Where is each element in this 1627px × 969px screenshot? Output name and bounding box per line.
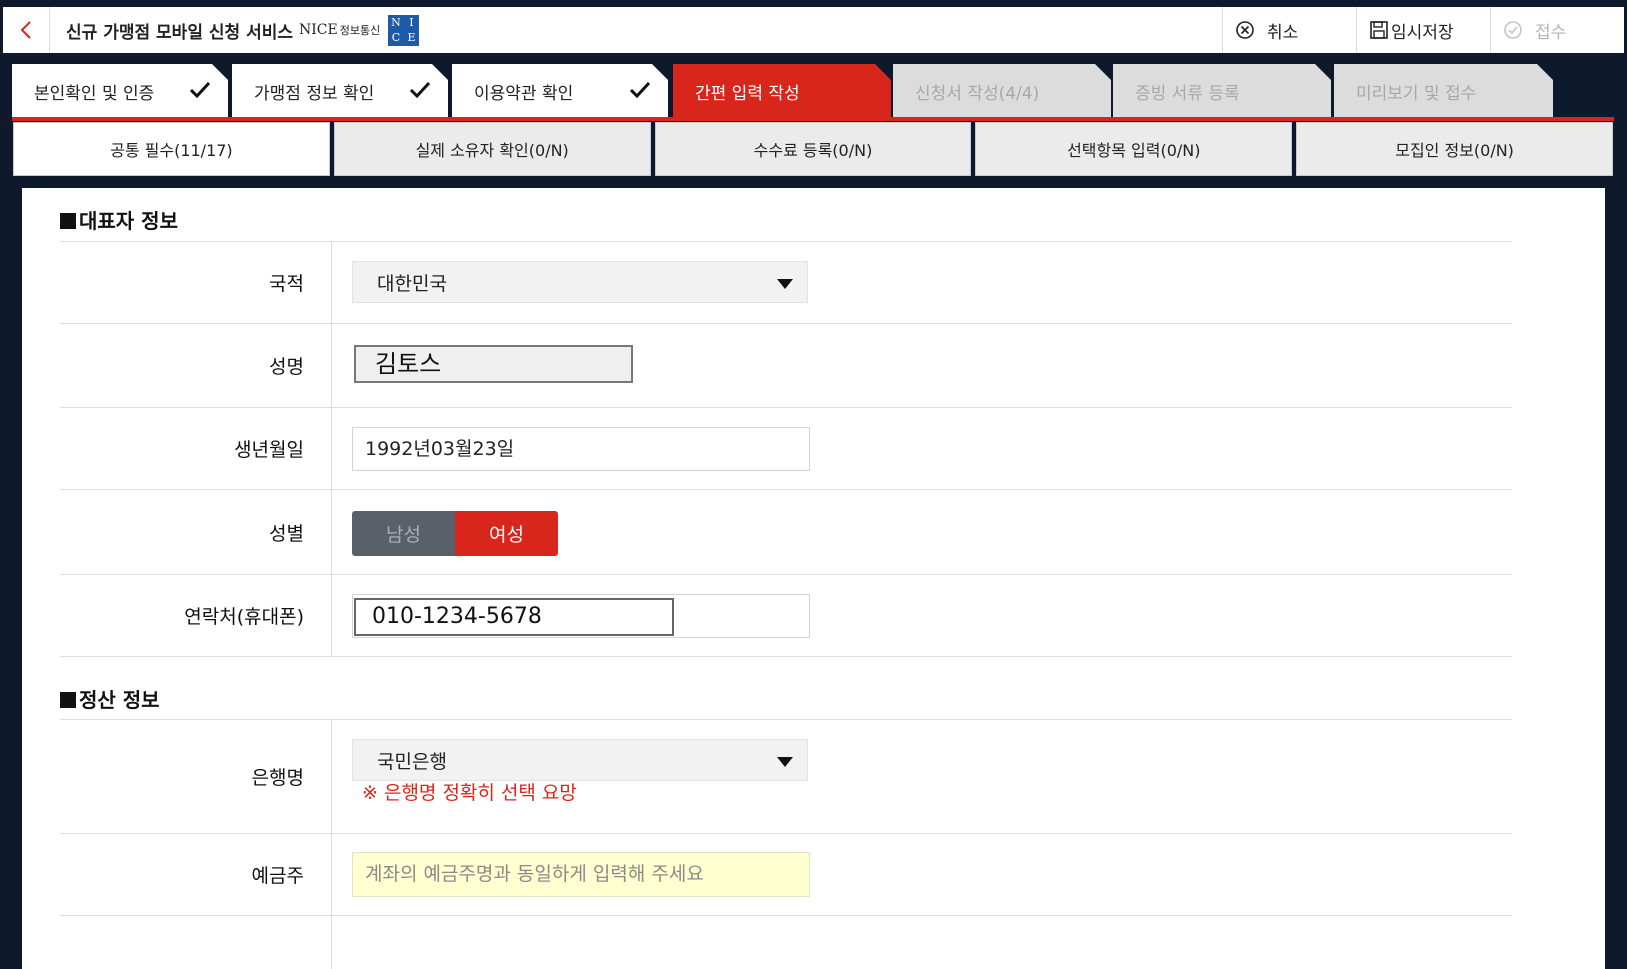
- step-underline: [12, 117, 1614, 121]
- top-bar: 신규 가맹점 모바일 신청 서비스 NICE 정보통신 N I C E 취소 임…: [3, 7, 1624, 53]
- submit-button[interactable]: 접수: [1490, 7, 1624, 53]
- bank-warning: ※ 은행명 정확히 선택 요망: [362, 782, 577, 804]
- temp-save-label: 임시저장: [1391, 22, 1454, 43]
- step-tab-documents[interactable]: 증빙 서류 등록: [1113, 64, 1331, 118]
- step-tab-quick-input[interactable]: 간편 입력 작성: [673, 64, 891, 118]
- gender-label: 성별: [60, 490, 332, 574]
- name-input[interactable]: 김토스: [354, 345, 633, 383]
- row-gender: 성별 남성 여성: [60, 489, 1512, 574]
- gender-female-button[interactable]: 여성: [455, 511, 558, 556]
- cancel-circle-icon: [1236, 21, 1254, 39]
- birth-label: 생년월일: [60, 408, 332, 489]
- row-bank: 은행명 국민은행 ※ 은행명 정확히 선택 요망: [60, 719, 1512, 833]
- brand-name: NICE: [299, 22, 338, 38]
- cancel-button[interactable]: 취소: [1222, 7, 1356, 53]
- form-content: 대표자 정보 국적 대한민국 성명 김토스 생년월일 1992년03월23일 성…: [22, 188, 1605, 969]
- title-area: 신규 가맹점 모바일 신청 서비스 NICE 정보통신 N I C E: [50, 7, 1222, 53]
- check-icon: [188, 78, 212, 102]
- row-holder: 예금주 계좌의 예금주명과 동일하게 입력해 주세요: [60, 833, 1512, 915]
- nationality-label: 국적: [60, 242, 332, 323]
- header-actions: 취소 임시저장 접수: [1222, 7, 1624, 53]
- nice-logo: N I C E: [388, 14, 420, 46]
- step-tab-merchant[interactable]: 가맹점 정보 확인: [232, 64, 448, 118]
- gender-value-cell: 남성 여성: [332, 490, 1512, 574]
- bank-label: 은행명: [60, 720, 332, 833]
- section-title-text: 정산 정보: [79, 688, 160, 712]
- check-icon: [408, 78, 432, 102]
- page-title: 신규 가맹점 모바일 신청 서비스: [66, 22, 293, 43]
- step-label: 이용약관 확인: [474, 83, 574, 104]
- check-icon: [628, 78, 652, 102]
- gender-male-button[interactable]: 남성: [352, 511, 455, 556]
- subtab-fee[interactable]: 수수료 등록(0/N): [654, 122, 972, 176]
- account-holder-input[interactable]: 계좌의 예금주명과 동일하게 입력해 주세요: [352, 852, 810, 897]
- cancel-label: 취소: [1267, 22, 1299, 43]
- step-label: 미리보기 및 접수: [1356, 83, 1477, 104]
- nationality-value-cell: 대한민국: [332, 242, 1512, 323]
- section-title-representative: 대표자 정보: [60, 205, 178, 234]
- logo-letter: C: [391, 31, 401, 44]
- bank-selected: 국민은행: [377, 750, 447, 773]
- row-next: [60, 915, 1512, 969]
- step-label: 간편 입력 작성: [695, 83, 800, 104]
- row-nationality: 국적 대한민국: [60, 241, 1512, 323]
- subtab-real-owner[interactable]: 실제 소유자 확인(0/N): [333, 122, 651, 176]
- step-label: 가맹점 정보 확인: [254, 83, 375, 104]
- name-label: 성명: [60, 324, 332, 407]
- phone-input[interactable]: 010-1234-5678: [354, 598, 674, 636]
- gender-toggle: 남성 여성: [352, 511, 558, 556]
- step-tabs: 본인확인 및 인증 가맹점 정보 확인 이용약관 확인 간편 입력 작성 신청서…: [12, 64, 1614, 118]
- caret-down-icon: [777, 279, 793, 289]
- phone-value-cell: 010-1234-5678: [332, 575, 1512, 656]
- row-phone: 연락처(휴대폰) 010-1234-5678: [60, 574, 1512, 656]
- temp-save-button[interactable]: 임시저장: [1356, 7, 1490, 53]
- phone-label: 연락처(휴대폰): [60, 575, 332, 656]
- chevron-left-icon: [20, 21, 31, 39]
- birth-value-cell: 1992년03월23일: [332, 408, 1512, 489]
- step-label: 신청서 작성(4/4): [915, 83, 1040, 104]
- name-value-cell: 김토스: [332, 324, 1512, 407]
- next-value-cell: [332, 916, 1512, 969]
- logo-letter: N: [391, 15, 401, 29]
- step-tab-preview[interactable]: 미리보기 및 접수: [1334, 64, 1553, 118]
- save-icon: [1370, 21, 1388, 39]
- bank-select[interactable]: 국민은행: [352, 739, 808, 781]
- nationality-selected: 대한민국: [377, 272, 447, 295]
- section-title-settlement: 정산 정보: [60, 684, 160, 713]
- subtab-common-required[interactable]: 공통 필수(11/17): [13, 122, 330, 176]
- step-tab-terms[interactable]: 이용약관 확인: [452, 64, 668, 118]
- logo-letter: I: [409, 15, 414, 29]
- row-name: 성명 김토스: [60, 323, 1512, 407]
- back-button[interactable]: [3, 7, 50, 53]
- check-circle-icon: [1504, 21, 1522, 39]
- step-label: 본인확인 및 인증: [34, 83, 155, 104]
- row-birth: 생년월일 1992년03월23일: [60, 407, 1512, 489]
- caret-down-icon: [777, 757, 793, 767]
- step-tab-application[interactable]: 신청서 작성(4/4): [893, 64, 1111, 118]
- next-label: [60, 916, 332, 969]
- phone-field: 010-1234-5678: [352, 594, 810, 638]
- birth-date-input[interactable]: 1992년03월23일: [352, 427, 810, 471]
- subtab-recruiter[interactable]: 모집인 정보(0/N): [1296, 122, 1613, 176]
- step-tab-identity[interactable]: 본인확인 및 인증: [12, 64, 228, 118]
- step-label: 증빙 서류 등록: [1135, 83, 1240, 104]
- subtab-optional[interactable]: 선택항목 입력(0/N): [975, 122, 1293, 176]
- divider: [60, 656, 1512, 657]
- section-title-text: 대표자 정보: [79, 209, 178, 233]
- brand-sub: 정보통신: [339, 24, 381, 37]
- nationality-select[interactable]: 대한민국: [352, 261, 808, 303]
- bank-value-cell: 국민은행 ※ 은행명 정확히 선택 요망: [332, 720, 1512, 833]
- submit-label: 접수: [1535, 22, 1567, 43]
- sub-tabs: 공통 필수(11/17) 실제 소유자 확인(0/N) 수수료 등록(0/N) …: [13, 122, 1613, 176]
- holder-value-cell: 계좌의 예금주명과 동일하게 입력해 주세요: [332, 834, 1512, 915]
- logo-letter: E: [407, 31, 416, 44]
- holder-label: 예금주: [60, 834, 332, 915]
